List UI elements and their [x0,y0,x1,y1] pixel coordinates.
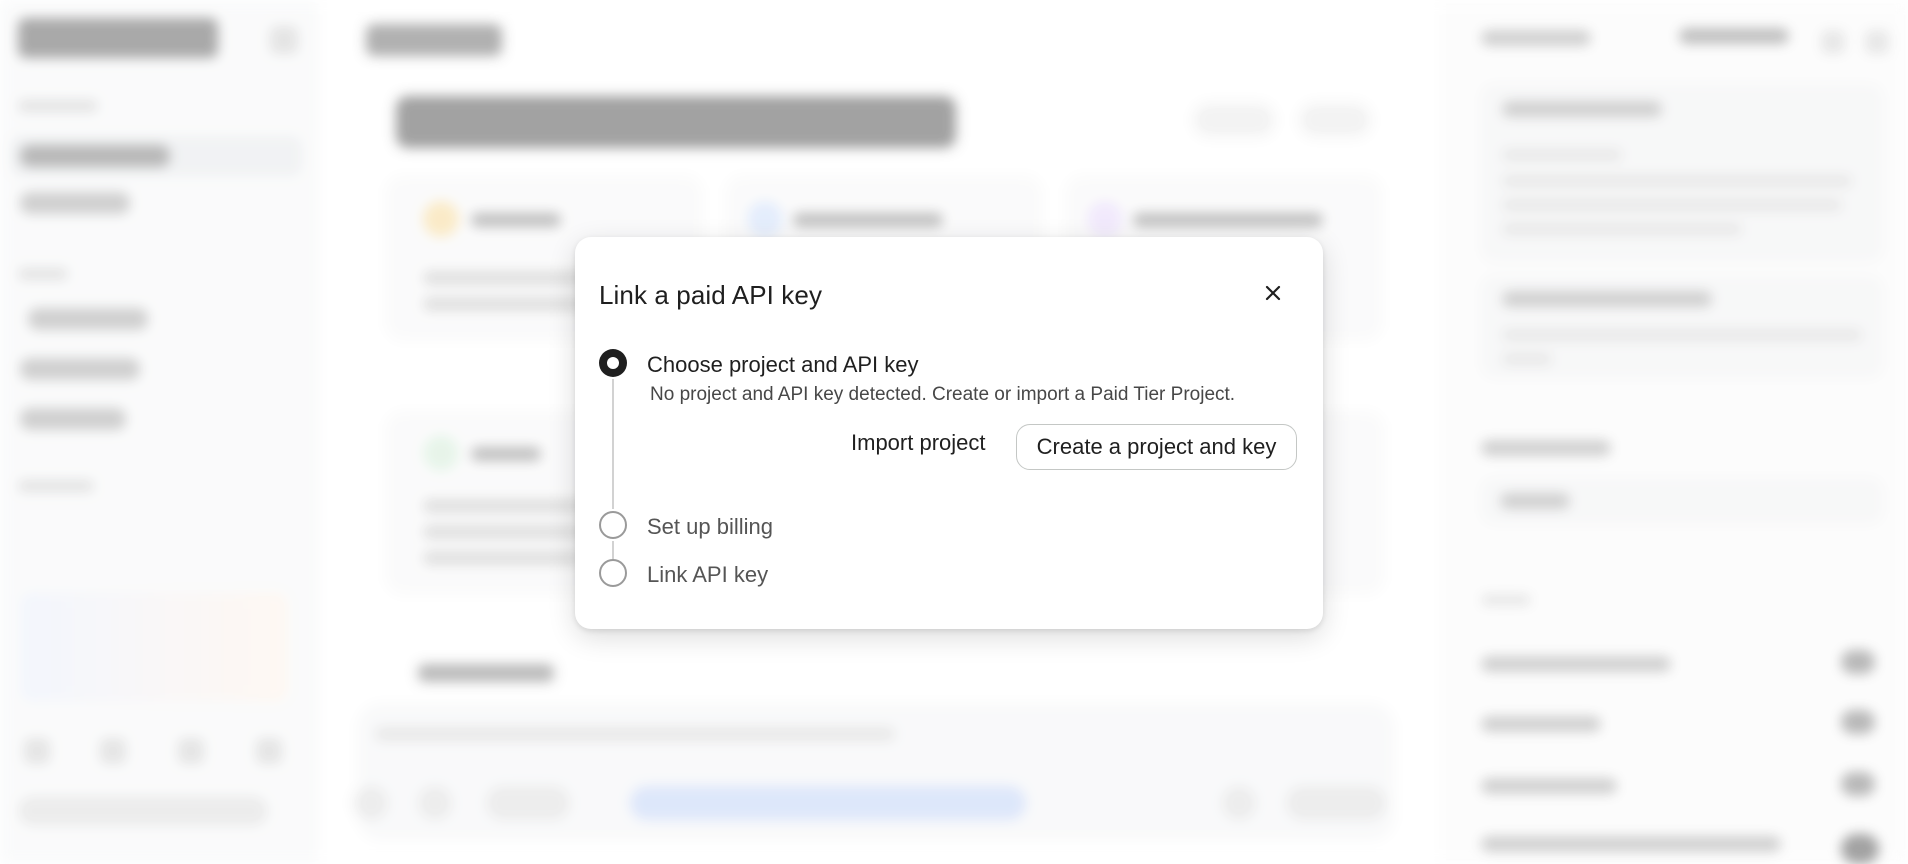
stepper-connector [612,379,614,509]
step-3-indicator [599,559,627,587]
import-project-button[interactable]: Import project [831,419,1006,467]
stepper-connector [612,541,614,559]
close-button[interactable] [1258,278,1288,308]
step-3-label: Link API key [647,562,769,587]
step-1-description: No project and API key detected. Create … [650,384,1236,405]
step-1-indicator [599,349,627,377]
step-2-indicator [599,511,627,539]
step-2-label: Set up billing [647,514,773,539]
dialog-title: Link a paid API key [599,280,823,310]
close-icon [1265,285,1281,301]
step-1-label: Choose project and API key [647,352,919,377]
link-api-key-dialog: Link a paid API key Choose project and A… [575,237,1323,629]
create-project-and-key-button[interactable]: Create a project and key [1016,424,1297,470]
